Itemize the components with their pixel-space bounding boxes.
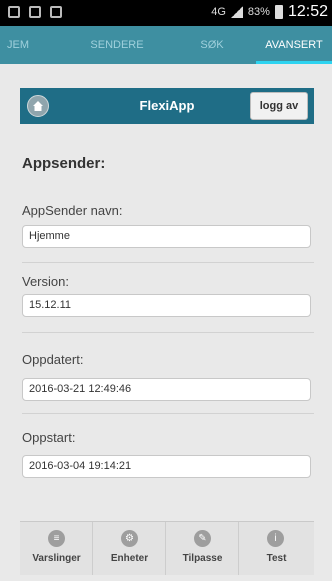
gear-icon: ⚙	[121, 530, 138, 547]
divider	[22, 413, 314, 414]
field-label-appsender-name: AppSender navn:	[22, 203, 123, 218]
nav-tilpasse[interactable]: ✎ Tilpasse	[166, 522, 239, 575]
top-tabs: JEM SENDERE SØK AVANSERT	[0, 26, 332, 64]
bottom-nav: ≡ Varslinger ⚙ Enheter ✎ Tilpasse i Test	[20, 521, 314, 575]
divider	[22, 332, 314, 333]
notification-icon	[8, 6, 20, 18]
notification-icon	[29, 6, 41, 18]
status-bar: 4G 83% 12:52	[0, 0, 332, 26]
pencil-icon: ✎	[194, 530, 211, 547]
nav-label: Enheter	[110, 553, 149, 564]
nav-label: Tilpasse	[182, 553, 223, 564]
tab-avansert[interactable]: AVANSERT	[256, 26, 332, 64]
clock: 12:52	[287, 3, 328, 20]
info-icon: i	[267, 530, 284, 547]
tab-jem[interactable]: JEM	[0, 26, 44, 64]
divider	[22, 262, 314, 263]
signal-icon	[230, 6, 243, 18]
version-field[interactable]: 15.12.11	[22, 294, 311, 317]
list-icon: ≡	[48, 530, 65, 547]
nav-label: Test	[266, 553, 287, 564]
notification-icons	[8, 6, 62, 18]
appsender-name-field[interactable]: Hjemme	[22, 225, 311, 248]
section-title: Appsender:	[22, 155, 106, 172]
field-label-version: Version:	[22, 274, 69, 289]
nav-enheter[interactable]: ⚙ Enheter	[93, 522, 166, 575]
field-label-oppstart: Oppstart:	[22, 430, 76, 445]
app-header: FlexiApp logg av	[20, 88, 314, 124]
tab-sendere[interactable]: SENDERE	[72, 26, 162, 64]
network-type: 4G	[211, 6, 226, 18]
battery-percent: 83%	[247, 6, 270, 18]
tab-sok[interactable]: SØK	[176, 26, 248, 64]
battery-icon	[274, 5, 283, 19]
nav-label: Varslinger	[32, 553, 81, 564]
nav-test[interactable]: i Test	[239, 522, 314, 575]
active-tab-indicator	[256, 61, 332, 64]
oppstart-field[interactable]: 2016-03-04 19:14:21	[22, 455, 311, 478]
logout-button[interactable]: logg av	[250, 92, 308, 120]
oppdatert-field[interactable]: 2016-03-21 12:49:46	[22, 378, 311, 401]
nav-varslinger[interactable]: ≡ Varslinger	[20, 522, 93, 575]
notification-icon	[50, 6, 62, 18]
field-label-oppdatert: Oppdatert:	[22, 352, 84, 367]
